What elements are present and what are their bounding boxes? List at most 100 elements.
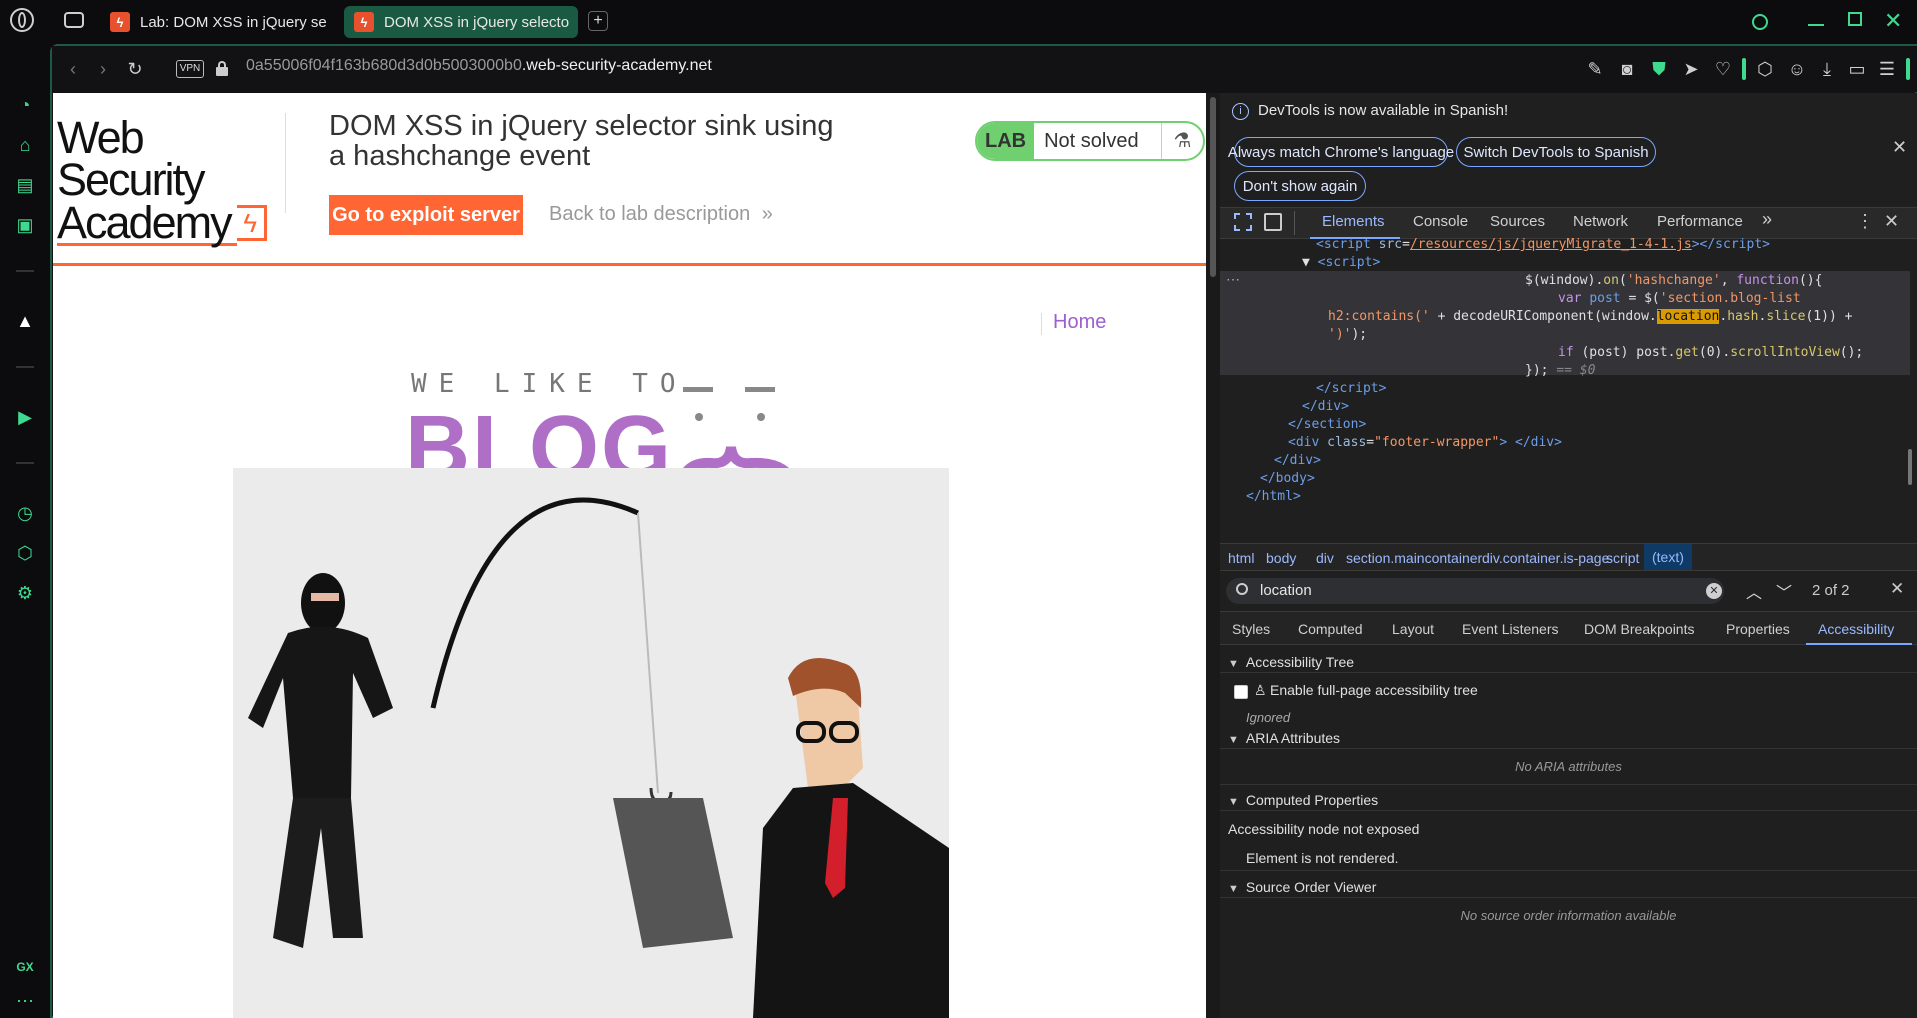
close-search-icon[interactable]: ✕	[1890, 579, 1904, 599]
subtab-accessibility[interactable]: Accessibility	[1818, 621, 1894, 637]
lock-icon[interactable]	[216, 61, 228, 76]
subtab-layout[interactable]: Layout	[1392, 621, 1434, 637]
subtab-dom-breakpoints[interactable]: DOM Breakpoints	[1584, 621, 1694, 637]
profile-icon[interactable]: ☺	[1786, 58, 1808, 80]
forward-icon[interactable]: ›	[92, 58, 114, 80]
accessibility-tree-header[interactable]: ▼ Accessibility Tree	[1228, 654, 1354, 670]
tab-performance[interactable]: Performance	[1657, 213, 1743, 230]
new-tab-button[interactable]: +	[588, 11, 608, 31]
footer-class-value[interactable]: "footer-wrapper"	[1374, 435, 1499, 450]
snapshot-edit-icon[interactable]: ✎	[1584, 58, 1606, 80]
section-rule	[1220, 897, 1917, 898]
computed-properties-header[interactable]: ▼ Computed Properties	[1228, 792, 1378, 808]
breadcrumb-item[interactable]: html	[1228, 550, 1254, 566]
gamepad-icon[interactable]	[64, 12, 84, 28]
opera-logo-icon[interactable]	[10, 8, 34, 32]
nav-home-link[interactable]: Home	[1053, 311, 1106, 334]
more-tabs-icon[interactable]: »	[1762, 209, 1772, 230]
search-input[interactable]: location	[1260, 582, 1312, 599]
settings-icon[interactable]: ⚙	[12, 580, 38, 606]
subtab-styles[interactable]: Styles	[1232, 621, 1270, 637]
clear-search-icon[interactable]: ✕	[1706, 583, 1722, 599]
heart-icon[interactable]: ♡	[1712, 58, 1734, 80]
always-match-language-button[interactable]: Always match Chrome's language	[1228, 137, 1454, 167]
breadcrumb-item[interactable]: div.container.is-page	[1482, 550, 1609, 566]
easy-setup-icon[interactable]: ☰	[1876, 58, 1898, 80]
tab-network[interactable]: Network	[1573, 213, 1628, 230]
page-scrollbar[interactable]	[1206, 93, 1220, 1018]
maximize-button[interactable]	[1848, 12, 1862, 26]
lab-status-widget[interactable]: LAB Not solved ⚗	[975, 121, 1205, 161]
breadcrumb-item[interactable]: script	[1606, 550, 1639, 566]
more-icon[interactable]: ⋯	[12, 988, 38, 1014]
ram-icon[interactable]: ▣	[12, 212, 38, 238]
script-src[interactable]: /resources/js/jqueryMigrate_1-4-1.js	[1410, 237, 1692, 252]
tab-lab[interactable]: ϟ Lab: DOM XSS in jQuery se	[100, 6, 328, 38]
ignored-node: Ignored	[1246, 710, 1291, 725]
fullpage-tree-label[interactable]: Enable full-page accessibility tree	[1270, 682, 1478, 698]
aria-attributes-header[interactable]: ▼ ARIA Attributes	[1228, 730, 1340, 746]
lightning-icon: ϟ	[236, 205, 267, 241]
close-devtools-icon[interactable]: ✕	[1884, 211, 1899, 232]
gx-label[interactable]: GX	[12, 954, 38, 980]
next-match-icon[interactable]: ﹀	[1776, 579, 1792, 603]
breadcrumb-item[interactable]: section.maincontainer	[1346, 550, 1482, 566]
subtab-event-listeners[interactable]: Event Listeners	[1462, 621, 1559, 637]
dont-show-again-button[interactable]: Don't show again	[1234, 171, 1366, 201]
lab-status: Not solved	[1044, 129, 1139, 152]
back-to-description-link[interactable]: Back to lab description »	[549, 203, 773, 226]
aria-icon[interactable]: ▲	[12, 308, 38, 334]
breadcrumb-item[interactable]: div	[1316, 550, 1334, 566]
extensions-icon[interactable]: ⬡	[12, 540, 38, 566]
minimize-button[interactable]	[1808, 24, 1824, 26]
section-rule	[1220, 784, 1917, 785]
exploit-server-button[interactable]: Go to exploit server	[329, 195, 523, 235]
accessibility-pane: ▼ Accessibility Tree ♙ Enable full-page a…	[1220, 646, 1917, 1018]
logo-line2: Academy	[57, 197, 233, 248]
shield-icon[interactable]: ⛊	[1648, 58, 1670, 80]
subtab-properties[interactable]: Properties	[1726, 621, 1790, 637]
camera-icon[interactable]: ◙	[1616, 58, 1638, 80]
search-icon[interactable]	[1752, 14, 1768, 30]
lab-badge: LAB	[977, 123, 1035, 159]
double-chevron-icon: »	[761, 203, 773, 225]
url-domain: .web-security-academy.net	[521, 57, 712, 74]
tab-elements[interactable]: Elements	[1322, 213, 1385, 230]
inspect-element-icon[interactable]	[1234, 213, 1252, 231]
info-icon: i	[1232, 103, 1249, 120]
download-icon[interactable]: ⤓	[1816, 58, 1838, 80]
dom-tree-scrollbar[interactable]	[1908, 449, 1912, 485]
tab-label: DOM XSS in jQuery selecto	[384, 13, 570, 31]
breadcrumb-item-active[interactable]: (text)	[1644, 544, 1692, 570]
player-icon[interactable]: ▶	[12, 404, 38, 430]
limiter-icon[interactable]: ▤	[12, 172, 38, 198]
tab-active[interactable]: ϟ DOM XSS in jQuery selecto	[344, 6, 578, 38]
wsa-logo[interactable]: Web Security Academy ϟ	[57, 115, 267, 246]
close-infobar-icon[interactable]: ✕	[1892, 137, 1907, 158]
dom-tree[interactable]: ⋯ <script src=/resources/js/jqueryMigrat…	[1220, 237, 1917, 541]
tab-console[interactable]: Console	[1413, 213, 1468, 230]
breadcrumb-item[interactable]: body	[1266, 550, 1296, 566]
extension-cube-icon[interactable]: ⬡	[1754, 58, 1776, 80]
reload-icon[interactable]: ↻	[124, 58, 146, 80]
source-order-header[interactable]: ▼ Source Order Viewer	[1228, 879, 1376, 895]
fullpage-tree-checkbox[interactable]	[1234, 685, 1248, 699]
send-icon[interactable]: ➤	[1680, 58, 1702, 80]
kebab-menu-icon[interactable]: ⋮	[1856, 211, 1874, 232]
vpn-badge[interactable]: VPN	[176, 60, 204, 78]
battery-icon[interactable]: ▭	[1846, 58, 1868, 80]
tab-sources[interactable]: Sources	[1490, 213, 1545, 230]
close-window-button[interactable]: ✕	[1884, 8, 1902, 34]
switch-to-spanish-button[interactable]: Switch DevTools to Spanish	[1456, 137, 1656, 167]
history-icon[interactable]: ◷	[12, 500, 38, 526]
cleaner-icon[interactable]: ⌂	[12, 132, 38, 158]
url-field[interactable]: 0a55006f04f163b680d3d0b5003000b0.web-sec…	[246, 57, 712, 75]
node-ellipsis[interactable]: ⋯	[1226, 271, 1240, 288]
search-match-count: 2 of 2	[1812, 582, 1850, 599]
tab-bar: ϟ Lab: DOM XSS in jQuery se ϟ DOM XSS in…	[0, 0, 1917, 44]
speed-dial-icon[interactable]: ◔	[12, 92, 38, 118]
subtab-computed[interactable]: Computed	[1298, 621, 1363, 637]
back-icon[interactable]: ‹	[62, 58, 84, 80]
previous-match-icon[interactable]: ︿	[1746, 579, 1762, 603]
device-toolbar-icon[interactable]	[1264, 213, 1282, 231]
